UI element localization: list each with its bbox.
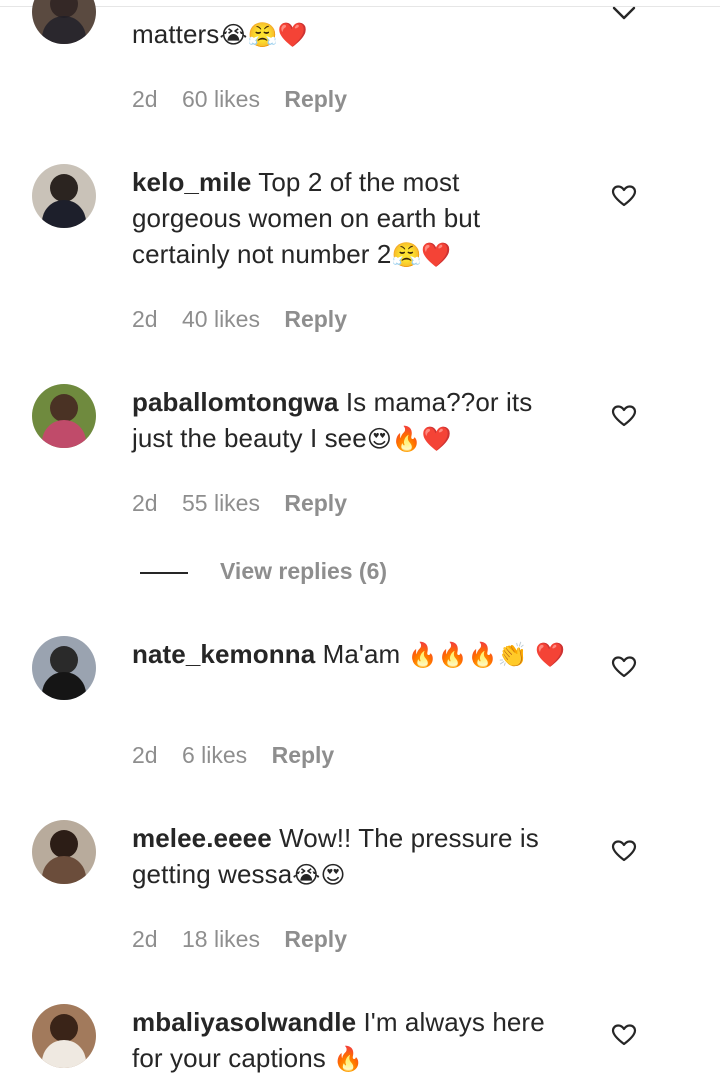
- comment-likes[interactable]: 60 likes: [182, 86, 260, 112]
- heart-outline-icon[interactable]: [611, 404, 637, 428]
- comment-likes[interactable]: 55 likes: [182, 490, 260, 516]
- emoji-group: 🔥🔥🔥👏 ❤️: [407, 641, 566, 669]
- comment-text: mbaliyasolwandle I'm always here for you…: [132, 1004, 572, 1077]
- heart-outline-icon[interactable]: [611, 839, 637, 863]
- comment-meta: 2d 55 likes Reply: [132, 490, 365, 517]
- comment-time: 2d: [132, 306, 158, 332]
- reply-button[interactable]: Reply: [284, 926, 347, 952]
- comment-likes[interactable]: 40 likes: [182, 306, 260, 332]
- comment-time: 2d: [132, 926, 158, 952]
- comment-text: kelo_mile Top 2 of the most gorgeous wom…: [132, 164, 572, 273]
- avatar[interactable]: [32, 636, 96, 700]
- comment-likes[interactable]: 6 likes: [182, 742, 247, 768]
- view-replies-button[interactable]: View replies (6): [140, 558, 387, 585]
- comment-body: Ma'am: [315, 639, 408, 669]
- comment-username[interactable]: kelo_mile: [132, 167, 251, 197]
- comment-meta: 2d 60 likes Reply: [132, 86, 365, 113]
- comment-meta: 2d 6 likes Reply: [132, 742, 352, 769]
- comment-time: 2d: [132, 742, 158, 768]
- view-replies-label[interactable]: View replies (6): [220, 558, 387, 584]
- emoji-group: 😭😍: [292, 861, 346, 889]
- comment-meta: 2d 18 likes Reply: [132, 926, 365, 953]
- emoji-group: 😤❤️: [391, 241, 452, 269]
- avatar[interactable]: [32, 384, 96, 448]
- comment-text: matters😭😤❤️: [132, 16, 572, 53]
- reply-button[interactable]: Reply: [272, 742, 335, 768]
- comment-username[interactable]: melee.eeee: [132, 823, 272, 853]
- comment-username[interactable]: nate_kemonna: [132, 639, 315, 669]
- comment-meta: 2d 40 likes Reply: [132, 306, 365, 333]
- comment-text: melee.eeee Wow!! The pressure is getting…: [132, 820, 572, 893]
- reply-button[interactable]: Reply: [284, 490, 347, 516]
- avatar[interactable]: [32, 1004, 96, 1068]
- comment-likes[interactable]: 18 likes: [182, 926, 260, 952]
- comment-text: nate_kemonna Ma'am 🔥🔥🔥👏 ❤️: [132, 636, 572, 673]
- reply-button[interactable]: Reply: [284, 86, 347, 112]
- comment-username[interactable]: paballomtongwa: [132, 387, 339, 417]
- comment-time: 2d: [132, 490, 158, 516]
- reply-button[interactable]: Reply: [284, 306, 347, 332]
- heart-outline-icon[interactable]: [611, 1023, 637, 1047]
- emoji-group: 🔥: [333, 1045, 364, 1073]
- emoji-group: 😭😤❤️: [219, 21, 308, 49]
- comment-username[interactable]: mbaliyasolwandle: [132, 1007, 356, 1037]
- chevron-down-icon[interactable]: [611, 2, 637, 26]
- comment-text: paballomtongwa Is mama??or its just the …: [132, 384, 572, 457]
- heart-outline-icon[interactable]: [611, 184, 637, 208]
- comment-time: 2d: [132, 86, 158, 112]
- avatar[interactable]: [32, 0, 96, 44]
- comment-body: matters: [132, 19, 220, 49]
- avatar[interactable]: [32, 164, 96, 228]
- replies-divider: [140, 571, 188, 574]
- emoji-group: 😍🔥❤️: [366, 425, 452, 453]
- avatar[interactable]: [32, 820, 96, 884]
- heart-outline-icon[interactable]: [611, 655, 637, 679]
